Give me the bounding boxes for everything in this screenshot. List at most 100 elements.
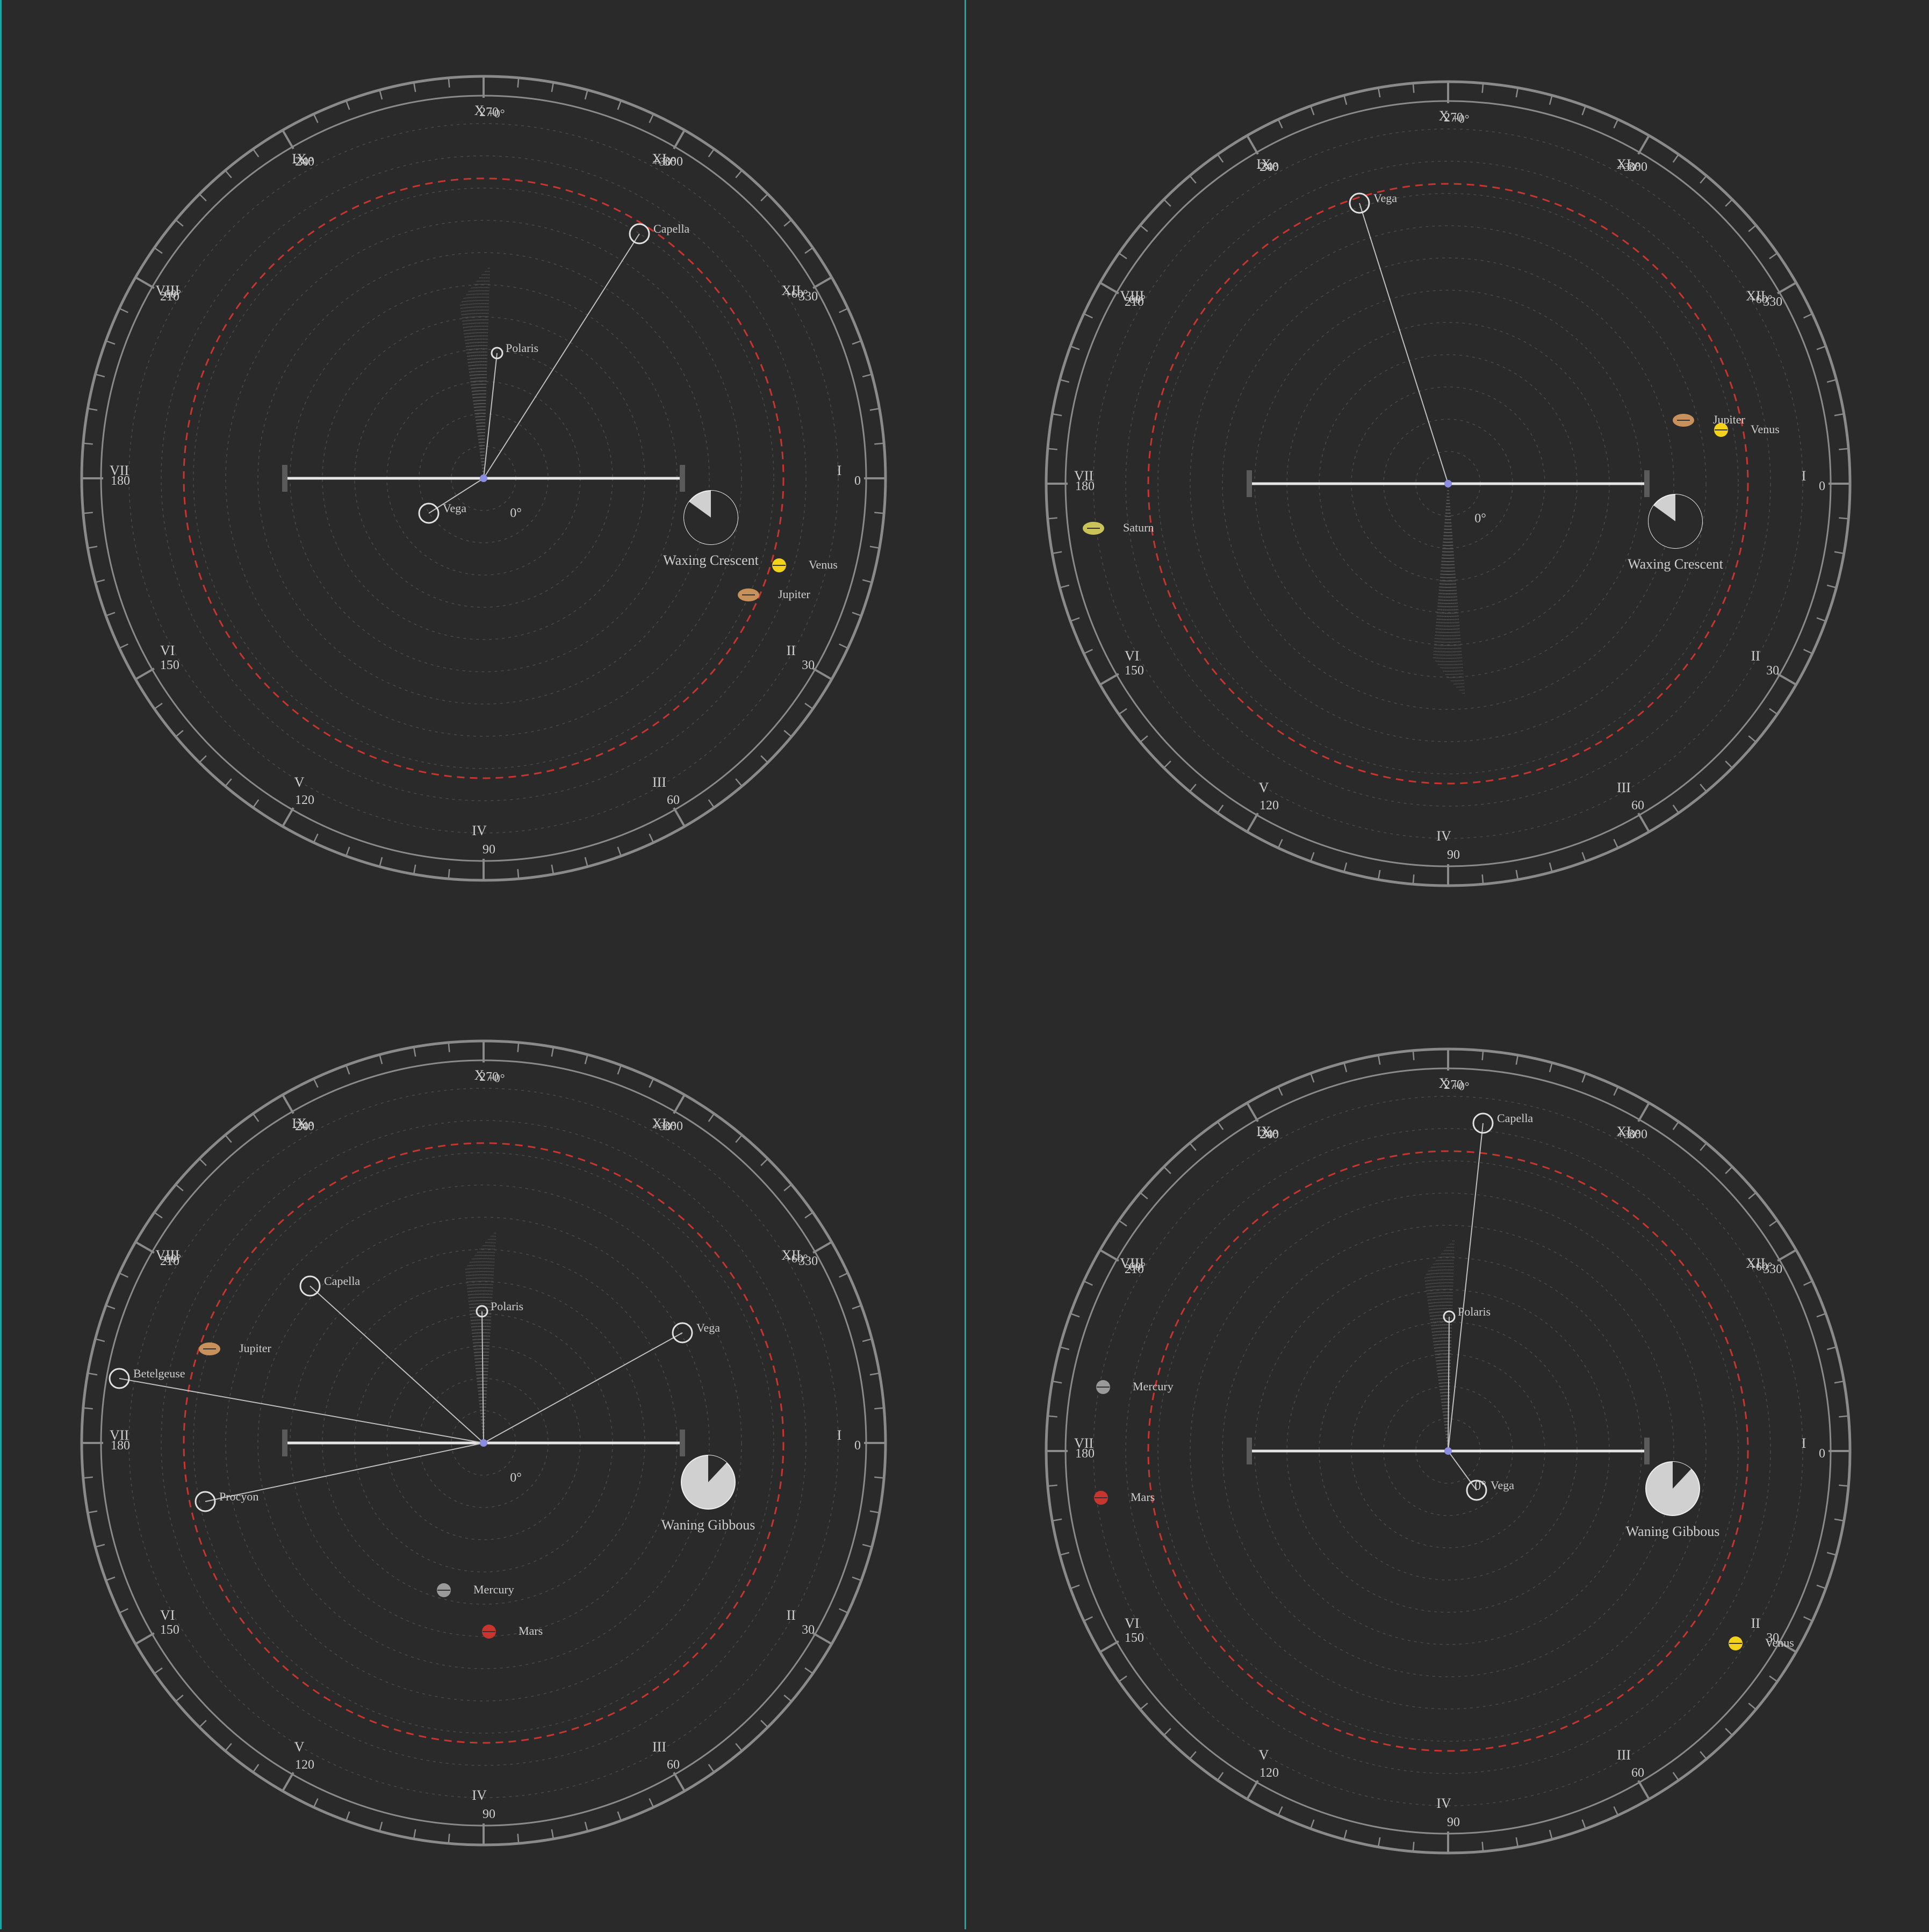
- dial-tick: [448, 869, 450, 879]
- hour-numeral: I: [1802, 1435, 1806, 1451]
- hour-numeral: X: [474, 103, 485, 118]
- hour-numeral: I: [837, 463, 842, 478]
- hour-numeral: X: [1439, 1075, 1449, 1091]
- star-label: Vega: [1491, 1478, 1514, 1492]
- hour-numeral: I: [1802, 468, 1806, 484]
- sky-clock-viewport: 0 I 30 II 60 III 90 IV 120 V 150 VI 180 VII 210 VIII 240…: [0, 0, 1929, 1929]
- declination-label: -60°: [161, 1252, 181, 1265]
- star-label: Polaris: [506, 341, 538, 355]
- dial-tick: [1839, 448, 1849, 450]
- declination-label: +30°: [1617, 160, 1640, 174]
- degree-label: 60: [667, 1758, 680, 1772]
- degree-label: 150: [1125, 1631, 1144, 1645]
- panel-divider: [965, 0, 966, 1929]
- dial-tick: [1047, 1415, 1057, 1418]
- degree-label: 150: [1125, 664, 1144, 678]
- degree-label: 90: [483, 1807, 495, 1821]
- star-label: Polaris: [491, 1299, 523, 1313]
- hour-numeral: VII: [110, 1427, 129, 1443]
- center-dot: [1444, 1447, 1452, 1455]
- declination-label: -30°: [1257, 1127, 1278, 1141]
- degree-label: 30: [802, 1623, 815, 1637]
- dial-tick: [1412, 1842, 1415, 1852]
- declination-label: +30°: [652, 155, 675, 168]
- star-label: Betelgeuse: [133, 1367, 185, 1380]
- planet-label: Venus: [1765, 1636, 1794, 1649]
- hour-numeral: I: [837, 1427, 842, 1443]
- dial-tick: [1481, 874, 1484, 885]
- star-label: Capella: [1497, 1111, 1533, 1125]
- hour-numeral: V: [1259, 780, 1269, 795]
- degree-label: 90: [483, 843, 495, 857]
- moon-phase-label: Waning Gibbous: [661, 1517, 755, 1533]
- dial-tick: [83, 1476, 93, 1479]
- hour-numeral: III: [652, 774, 666, 790]
- hour-numeral: VI: [1125, 648, 1139, 664]
- center-dot: [480, 1439, 487, 1447]
- hour-numeral: III: [652, 1739, 666, 1755]
- declination-label: +0°: [1452, 112, 1469, 125]
- dial-tick: [874, 1407, 884, 1410]
- degree-label: 0: [1819, 1447, 1825, 1461]
- hour-numeral: VI: [160, 643, 175, 658]
- hour-numeral: III: [1617, 1747, 1631, 1763]
- degree-label: 30: [1766, 664, 1779, 678]
- degree-label: 120: [295, 1758, 314, 1772]
- dial-tick: [1047, 448, 1057, 450]
- declination-label: -30°: [293, 1119, 313, 1133]
- hour-numeral: IV: [472, 823, 487, 838]
- dial-tick: [1047, 1484, 1057, 1487]
- degree-label: 0: [854, 1439, 861, 1453]
- moon-phase-label: Waxing Crescent: [663, 552, 759, 568]
- degree-label: 90: [1447, 848, 1460, 862]
- dial-tick: [517, 1042, 520, 1052]
- center-label: 0°: [1474, 1479, 1486, 1493]
- dial-tick: [448, 1834, 450, 1844]
- star-label: Procyon: [219, 1490, 258, 1503]
- degree-label: 150: [160, 658, 179, 672]
- dial-tick: [517, 1834, 520, 1844]
- star-label: Capella: [324, 1274, 360, 1288]
- planet-label: Mars: [1131, 1490, 1155, 1504]
- dial-tick: [1481, 83, 1484, 93]
- star-label: Polaris: [1458, 1305, 1491, 1318]
- declination-label: -30°: [1257, 160, 1278, 174]
- declination-label: +60°: [1749, 1260, 1772, 1273]
- meridian-end-cap: [680, 465, 685, 492]
- dial-tick: [83, 512, 93, 514]
- hour-numeral: II: [787, 1607, 796, 1623]
- hour-numeral: II: [1751, 1615, 1760, 1631]
- declination-label: -60°: [161, 287, 181, 300]
- declination-label: +60°: [784, 1252, 808, 1265]
- declination-label: -60°: [1125, 1260, 1146, 1273]
- dial-tick: [517, 77, 520, 88]
- degree-label: 150: [160, 1623, 179, 1637]
- declination-label: +0°: [1452, 1079, 1469, 1093]
- declination-label: -60°: [1125, 292, 1146, 306]
- center-label: 0°: [1474, 512, 1486, 526]
- hour-numeral: IV: [472, 1787, 487, 1803]
- dial-tick: [1047, 517, 1057, 520]
- star-label: Vega: [696, 1321, 720, 1334]
- hour-numeral: V: [1259, 1747, 1269, 1763]
- declination-label: -30°: [293, 155, 313, 168]
- degree-label: 0: [854, 474, 861, 488]
- dial-tick: [1839, 1484, 1849, 1487]
- dial-tick: [83, 442, 93, 445]
- star-label: Vega: [443, 501, 466, 515]
- planet-label: Mercury: [473, 1583, 514, 1596]
- degree-label: 120: [295, 793, 314, 807]
- dial-tick: [448, 77, 450, 88]
- hour-numeral: V: [294, 774, 305, 790]
- degree-label: 120: [1259, 1766, 1279, 1780]
- center-dot: [1444, 480, 1452, 487]
- meridian-end-cap: [282, 465, 287, 492]
- hour-numeral: V: [294, 1739, 305, 1755]
- left-edge-line: [0, 0, 2, 1929]
- degree-label: 120: [1259, 799, 1279, 813]
- meridian-end-cap: [1644, 1438, 1650, 1464]
- dial-tick: [1412, 1050, 1415, 1060]
- moon-phase-label: Waxing Crescent: [1628, 556, 1723, 572]
- hour-numeral: II: [787, 643, 796, 658]
- dial-tick: [1412, 83, 1415, 93]
